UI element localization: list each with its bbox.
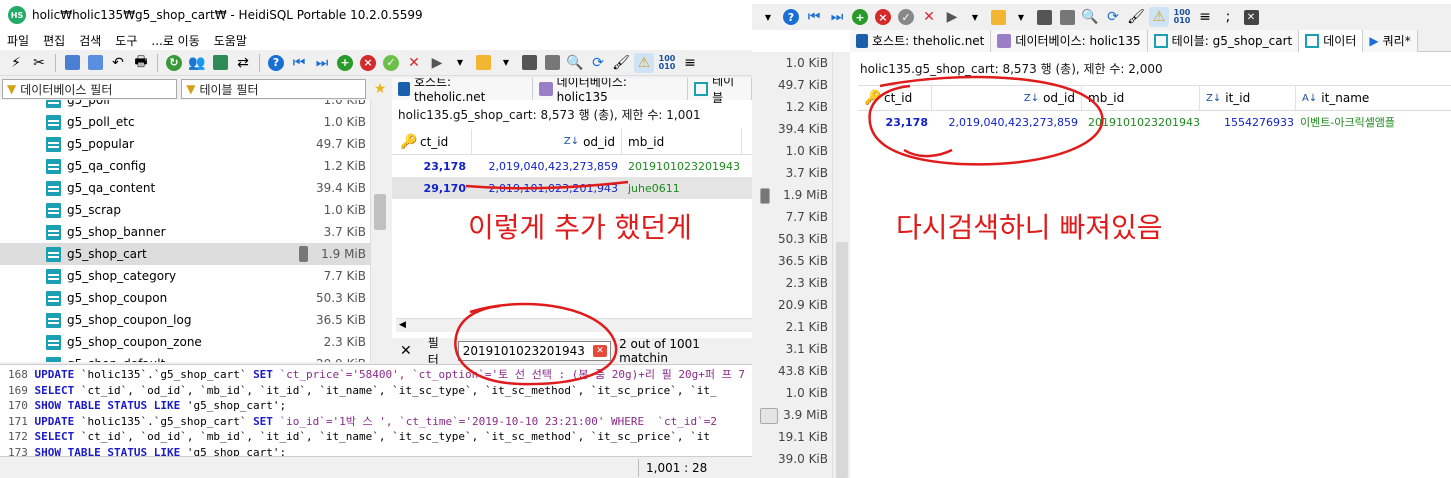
annotation-overlay (454, 75, 1104, 386)
red-circle-result (868, 75, 1104, 166)
red-circle-filter (454, 302, 618, 386)
red-underline (465, 180, 629, 190)
